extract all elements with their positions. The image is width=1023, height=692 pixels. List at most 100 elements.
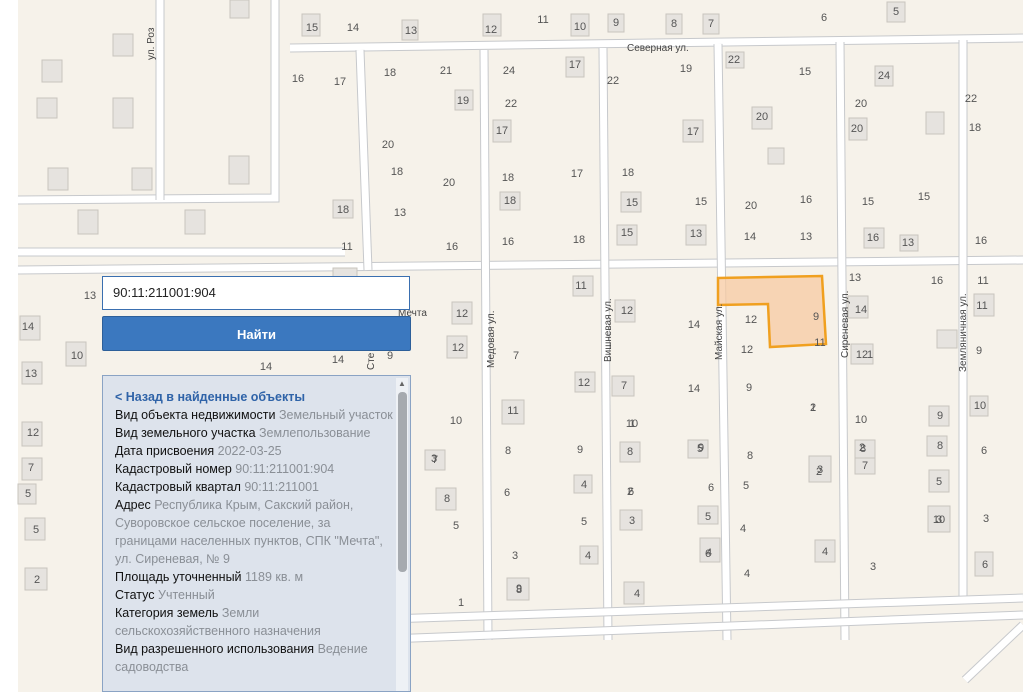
house-number: 14 — [688, 319, 700, 331]
house-number: 15 — [862, 196, 874, 208]
house-number: 4 — [581, 479, 587, 491]
house-number: 7 — [708, 18, 714, 30]
field-cadastral-quarter: Кадастровый квартал 90:11:211001 — [115, 478, 393, 496]
house-number: 11 — [537, 14, 548, 26]
house-number: 9 — [613, 17, 619, 29]
house-number: 16 — [975, 235, 987, 247]
house-number: 20 — [851, 123, 863, 135]
field-value: Учтенный — [158, 588, 215, 602]
parcel-number: 9 — [813, 311, 819, 323]
house-number: 7 — [28, 462, 34, 474]
house-number: 11 — [977, 275, 988, 287]
house-number: 18 — [504, 195, 516, 207]
house-number: 14 — [347, 22, 359, 34]
house-number: 12 — [621, 305, 633, 317]
house-number: 6 — [504, 487, 510, 499]
house-number: 10 — [574, 21, 586, 33]
house-number: 19 — [680, 63, 692, 75]
house-number: 6 — [982, 559, 988, 571]
house-number: 19 — [457, 95, 469, 107]
result-details: < Назад в найденные объекты Вид объекта … — [115, 388, 393, 676]
scrollbar-thumb[interactable] — [398, 392, 407, 572]
house-number: 22 — [607, 75, 619, 87]
house-number: 9 — [937, 410, 943, 422]
house-number: 4 — [585, 550, 591, 562]
house-number: 5 — [705, 511, 711, 523]
street-label-severnaya: Северная ул. — [627, 43, 689, 54]
house-number: 2 — [627, 486, 633, 498]
back-to-results-link[interactable]: < Назад в найденные объекты — [115, 388, 393, 406]
house-number: 9 — [976, 345, 982, 357]
house-number: 13 — [800, 231, 812, 243]
house-number: 18 — [384, 67, 396, 79]
house-number: 11 — [507, 405, 518, 417]
house-number: 4 — [744, 568, 750, 580]
house-number: 15 — [306, 22, 318, 34]
house-number: 17 — [334, 76, 346, 88]
house-number: 16 — [292, 73, 304, 85]
house-number: 12 — [741, 344, 753, 356]
field-cadastral-number: Кадастровый номер 90:11:211001:904 — [115, 460, 393, 478]
scroll-up-arrow-icon[interactable]: ▲ — [397, 379, 407, 389]
field-label: Вид разрешенного использования — [115, 642, 315, 656]
house-number: 15 — [918, 191, 930, 203]
field-label: Категория земель — [115, 606, 219, 620]
house-number: 17 — [687, 126, 699, 138]
house-number: 13 — [405, 25, 417, 37]
house-number: 12 — [485, 24, 497, 36]
house-number: 10 — [71, 350, 83, 362]
field-value: 2022-03-25 — [217, 444, 282, 458]
house-number: 14 — [260, 361, 272, 373]
house-number: 17 — [571, 168, 583, 180]
house-number: 8 — [627, 446, 633, 458]
field-value: 1189 кв. м — [245, 570, 304, 584]
house-number: 8 — [747, 450, 753, 462]
house-number: 7 — [862, 460, 868, 472]
house-number: 20 — [756, 111, 768, 123]
house-number: 14 — [744, 231, 756, 243]
house-number: 17 — [569, 59, 581, 71]
house-number: 14 — [22, 321, 34, 333]
house-number: 18 — [391, 166, 403, 178]
house-number: 10 — [450, 415, 462, 427]
house-number: 2 — [810, 402, 816, 414]
house-number: 10 — [974, 400, 986, 412]
street-label-sirenevaya: Сиреневая ул. — [840, 291, 851, 358]
house-number: 9 — [577, 444, 583, 456]
house-number: 13 — [394, 207, 406, 219]
cadastral-search-input[interactable]: 90:11:211001:904 — [102, 276, 410, 310]
house-number: 13 — [690, 228, 702, 240]
field-value: 90:11:211001 — [244, 480, 319, 494]
house-number: 21 — [440, 65, 452, 77]
house-number: 5 — [25, 488, 31, 500]
field-label: Площадь уточненный — [115, 570, 242, 584]
house-number: 3 — [512, 550, 518, 562]
house-number: 5 — [936, 476, 942, 488]
house-number: 6 — [981, 445, 987, 457]
field-label: Кадастровый квартал — [115, 480, 241, 494]
house-number: 20 — [443, 177, 455, 189]
house-number: 4 — [822, 546, 828, 558]
house-number: 13 — [25, 368, 37, 380]
house-number: 7 — [513, 350, 519, 362]
house-number: 9 — [387, 350, 393, 362]
house-number: 2 — [816, 466, 822, 478]
house-number: 6 — [708, 482, 714, 494]
house-number: 16 — [446, 241, 458, 253]
house-number: 12 — [452, 342, 464, 354]
house-number: 20 — [855, 98, 867, 110]
find-button[interactable]: Найти — [102, 316, 411, 351]
house-number: 5 — [893, 6, 899, 18]
house-number: 8 — [516, 584, 522, 596]
house-number: 15 — [626, 197, 638, 209]
field-address: Адрес Республика Крым, Сакский район, Су… — [115, 496, 393, 568]
house-number: 2 — [859, 442, 865, 454]
house-number: 12 — [745, 314, 757, 326]
field-label: Статус — [115, 588, 155, 602]
house-number: 22 — [505, 98, 517, 110]
result-panel[interactable]: < Назад в найденные объекты Вид объекта … — [102, 375, 411, 692]
field-value: 90:11:211001:904 — [235, 462, 335, 476]
house-number: 11 — [341, 241, 352, 253]
field-label: Адрес — [115, 498, 151, 512]
field-value: Землепользование — [259, 426, 371, 440]
